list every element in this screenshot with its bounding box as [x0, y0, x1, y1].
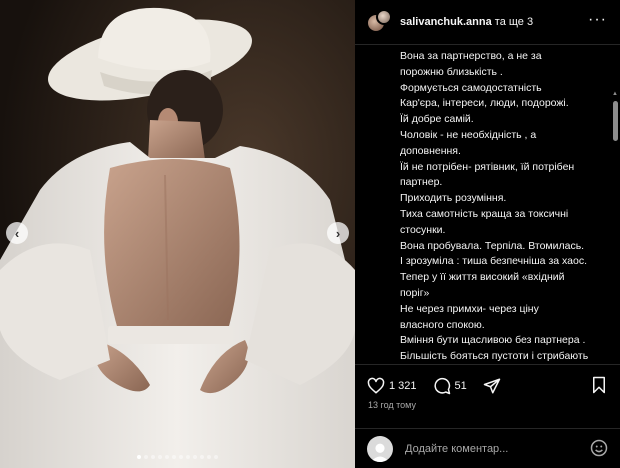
carousel-dot	[158, 455, 162, 459]
comment-bubble-icon	[433, 377, 450, 394]
caption-line: Тиха самотність краща за токсичні	[400, 207, 569, 220]
username-link[interactable]: salivanchuk.anna	[400, 16, 492, 28]
bookmark-icon[interactable]	[590, 376, 608, 394]
caption-line: Вміння бути щасливою без партнера .	[400, 334, 586, 347]
carousel-dot	[193, 455, 197, 459]
more-options-icon[interactable]: ···	[588, 11, 607, 29]
post-header: salivanchuk.anna та ще 3 ···	[355, 0, 620, 44]
avatar[interactable]	[376, 9, 392, 25]
carousel-dot	[179, 455, 183, 459]
carousel-dot	[137, 455, 141, 459]
caption-line: Чоловік - не необхідність , а	[400, 128, 537, 141]
post-details-panel: salivanchuk.anna та ще 3 ··· Вона за пар…	[355, 0, 620, 468]
caption-line: поріг»	[400, 286, 430, 299]
carousel-dot	[151, 455, 155, 459]
coauthor-avatars[interactable]	[366, 9, 396, 35]
carousel-indicator	[0, 455, 355, 459]
caption-line: Їй не потрібен- рятівник, їй потрібен	[400, 160, 575, 173]
post-media[interactable]: ‹ ›	[0, 0, 355, 468]
chevron-left-icon[interactable]: ‹	[6, 222, 28, 244]
caption-line: Їй добре самій.	[400, 113, 474, 126]
author-line: salivanchuk.anna та ще 3	[400, 16, 533, 28]
caption-line: власного спокою.	[400, 318, 485, 331]
post-timestamp: 13 год тому	[368, 400, 416, 410]
carousel-dot	[200, 455, 204, 459]
caption-line: Більшість бояться пустоти і стрибають	[400, 350, 589, 362]
carousel-dot	[214, 455, 218, 459]
carousel-dot	[165, 455, 169, 459]
like-count: 1 321	[389, 379, 417, 392]
like-button[interactable]: 1 321	[367, 377, 417, 395]
post-photo	[0, 0, 355, 468]
coauthors-link[interactable]: та ще 3	[495, 16, 533, 28]
send-icon	[483, 378, 501, 393]
caption-text: Вона за партнерство, а не за порожню близ…	[400, 49, 606, 362]
carousel-dot	[172, 455, 176, 459]
caption-line: доповнення.	[400, 144, 461, 157]
caption-line: Вона за партнерство, а не за	[400, 50, 542, 62]
caption-line: Формується самодостатність	[400, 81, 542, 94]
comment-input[interactable]: Додайте коментар...	[405, 443, 508, 455]
comment-count: 51	[454, 379, 467, 392]
scroll-up-arrow-icon[interactable]: ▲	[612, 91, 618, 97]
caption-line: Не через примхи- через ціну	[400, 302, 539, 315]
heart-icon	[367, 377, 385, 393]
comment-composer: Додайте коментар...	[355, 428, 620, 468]
scrollbar-thumb[interactable]	[613, 101, 618, 141]
caption-line: стосунки.	[400, 223, 446, 236]
caption-line: Приходить розуміння.	[400, 192, 507, 205]
caption-line: Вона пробувала. Терпіла. Втомилась.	[400, 239, 585, 252]
caption-line: партнер.	[400, 176, 443, 189]
caption-scroll-area[interactable]: Вона за партнерство, а не за порожню близ…	[355, 44, 620, 362]
caption-line: Тепер у її життя високий «вхідний	[400, 271, 565, 284]
user-silhouette-icon	[370, 443, 390, 462]
share-button[interactable]	[483, 377, 501, 395]
avatar	[367, 435, 393, 462]
chevron-right-icon[interactable]: ›	[327, 222, 349, 244]
carousel-dot	[144, 455, 148, 459]
caption-line: Кар'єра, інтереси, люди, подорожі.	[400, 97, 569, 110]
carousel-dot	[186, 455, 190, 459]
caption-line: І зрозуміла : тиша безпечніша за хаос.	[400, 255, 587, 268]
carousel-dot	[207, 455, 211, 459]
comment-button[interactable]: 51	[433, 377, 467, 395]
emoji-icon[interactable]	[590, 439, 608, 457]
caption-line: порожню близькість .	[400, 65, 503, 78]
